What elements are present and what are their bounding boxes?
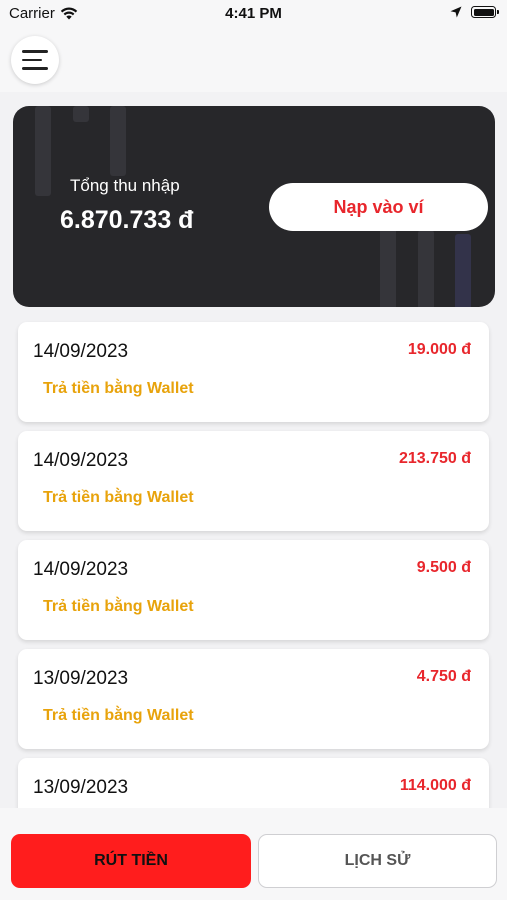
status-time: 4:41 PM [225,5,282,22]
header [0,30,507,92]
transaction-description: Trả tiền bằng Wallet [43,598,194,615]
decorative-bar [35,106,51,196]
decorative-bar [380,224,396,307]
decorative-bar [455,234,471,307]
transaction-description: Trả tiền bằng Wallet [43,380,194,397]
deposit-to-wallet-button[interactable]: Nạp vào ví [269,183,488,231]
total-income-amount: 6.870.733 đ [60,206,194,234]
transaction-amount: 114.000 đ [399,777,471,794]
transaction-card[interactable]: 13/09/2023 114.000 đ [18,758,489,808]
transaction-date: 13/09/2023 [33,777,129,798]
transaction-date: 14/09/2023 [33,450,129,471]
status-bar: Carrier 4:41 PM [0,0,507,30]
menu-line [22,58,42,62]
total-income-label: Tổng thu nhập [70,176,180,195]
transaction-amount: 9.500 đ [416,559,471,576]
transaction-date: 14/09/2023 [33,559,129,580]
bottom-action-bar: RÚT TIỀN LỊCH SỬ [0,808,507,900]
location-arrow-icon [450,6,462,18]
menu-line [22,67,48,70]
transaction-amount: 213.750 đ [398,450,471,467]
history-button[interactable]: LỊCH SỬ [258,834,497,888]
transaction-description: Trả tiền bằng Wallet [43,489,194,506]
transaction-card[interactable]: 14/09/2023 19.000 đ Trả tiền bằng Wallet [18,322,489,422]
transaction-amount: 4.750 đ [416,668,471,685]
decorative-bar [73,106,89,122]
transaction-date: 13/09/2023 [33,668,129,689]
transaction-card[interactable]: 14/09/2023 9.500 đ Trả tiền bằng Wallet [18,540,489,640]
transaction-card[interactable]: 14/09/2023 213.750 đ Trả tiền bằng Walle… [18,431,489,531]
menu-line [22,50,48,53]
transaction-amount: 19.000 đ [407,341,471,358]
transaction-description: Trả tiền bằng Wallet [43,707,194,724]
decorative-bar [418,230,434,307]
battery-icon [471,6,499,18]
decorative-bar [110,106,126,176]
battery-level [473,8,494,16]
transaction-date: 14/09/2023 [33,341,129,362]
hamburger-menu-button[interactable] [11,36,59,84]
status-right-group [450,6,499,18]
transaction-card[interactable]: 13/09/2023 4.750 đ Trả tiền bằng Wallet [18,649,489,749]
withdraw-button[interactable]: RÚT TIỀN [11,834,251,888]
transaction-list[interactable]: 14/09/2023 19.000 đ Trả tiền bằng Wallet… [0,320,507,808]
